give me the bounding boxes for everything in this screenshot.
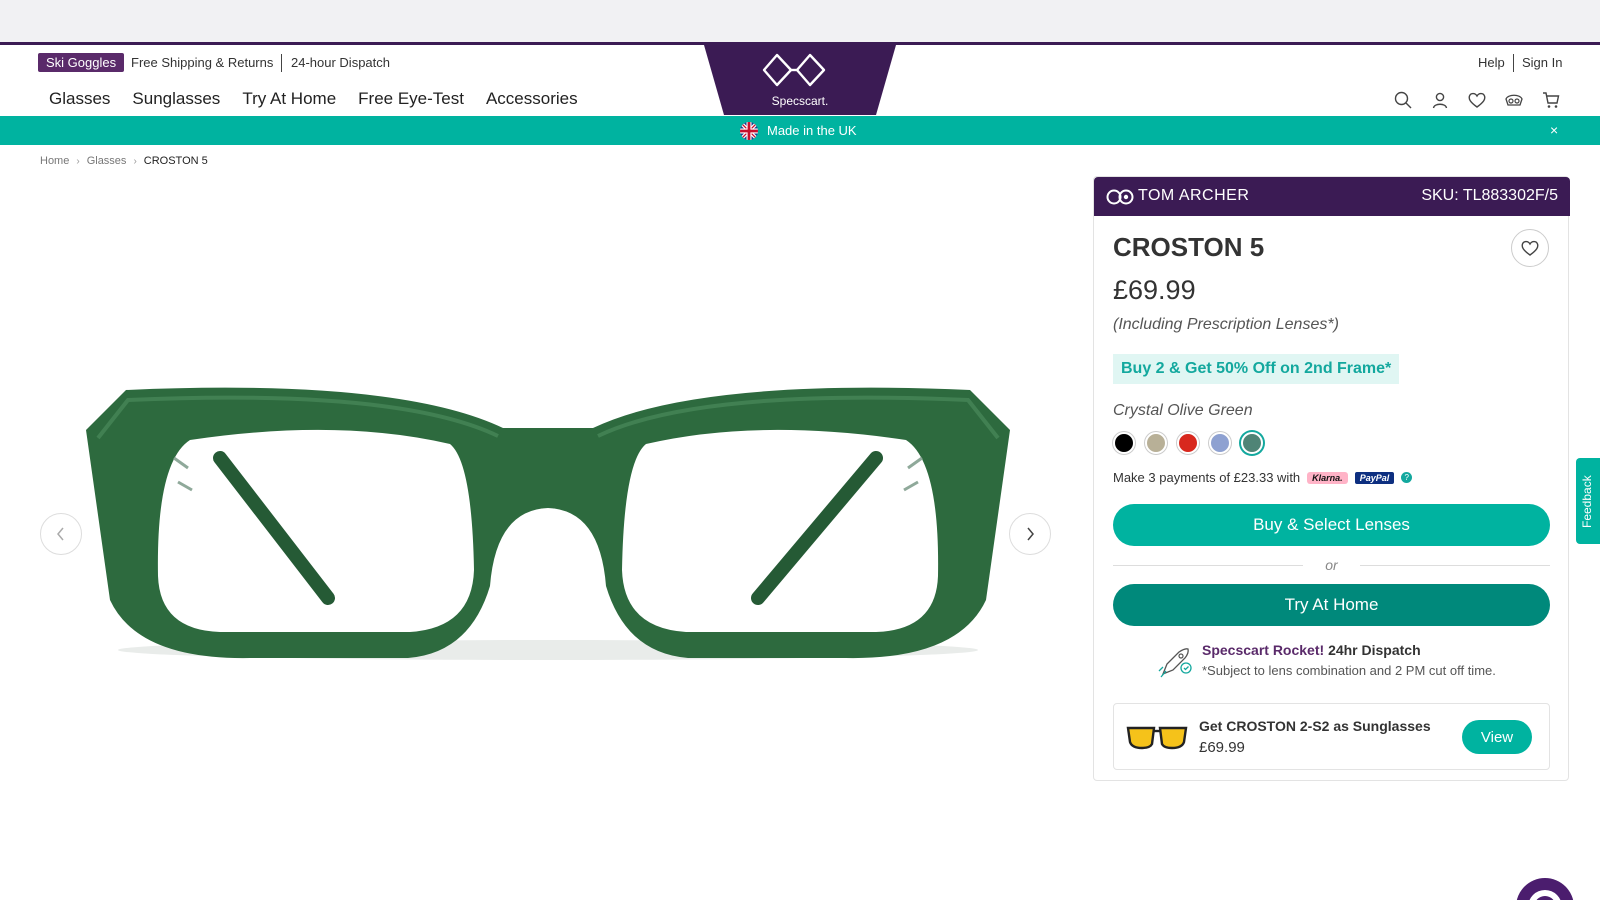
offer-badge[interactable]: Buy 2 & Get 50% Off on 2nd Frame*: [1113, 354, 1400, 384]
heart-icon: [1521, 240, 1539, 256]
free-shipping-link[interactable]: Free Shipping & Returns: [131, 55, 273, 70]
chat-button[interactable]: [1516, 878, 1574, 900]
sku-label: SKU: TL883302F/5: [1421, 187, 1558, 204]
product-title: CROSTON 5: [1113, 232, 1265, 262]
header-icons: [1394, 91, 1560, 109]
sunglasses-title: Get CROSTON 2-S2 as Sunglasses: [1199, 718, 1431, 734]
paypal-badge: PayPal: [1354, 471, 1395, 484]
wishlist-button[interactable]: [1511, 229, 1549, 267]
color-name: Crystal Olive Green: [1113, 402, 1253, 419]
uk-flag-icon: [740, 122, 758, 140]
logo-wordmark: Specscart.: [771, 94, 829, 108]
buy-select-lenses-button[interactable]: Buy & Select Lenses: [1113, 504, 1550, 546]
panel-header: TOM ARCHER SKU: TL883302F/5: [1094, 177, 1570, 216]
color-swatch-4[interactable]: [1209, 432, 1231, 454]
breadcrumb-chevron-icon: ›: [133, 155, 137, 167]
gallery-prev-button[interactable]: [40, 513, 82, 555]
color-swatch-1[interactable]: [1113, 432, 1135, 454]
help-icon[interactable]: ?: [1401, 472, 1413, 483]
or-text: or: [1325, 557, 1338, 573]
breadcrumb-home[interactable]: Home: [40, 155, 69, 167]
nav-item-sunglasses[interactable]: Sunglasses: [132, 89, 220, 109]
color-swatches: [1113, 432, 1263, 454]
chevron-left-icon: [57, 527, 64, 541]
breadcrumb: Home › Glasses › CROSTON 5: [40, 155, 208, 167]
nav-item-accessories[interactable]: Accessories: [486, 89, 578, 109]
feedback-label[interactable]: Feedback: [1580, 475, 1594, 528]
help-link[interactable]: Help: [1478, 55, 1505, 70]
utility-divider: [1513, 54, 1514, 72]
rocket-icon: [1158, 648, 1192, 678]
breadcrumb-chevron-icon: ›: [76, 155, 80, 167]
or-divider: or: [1113, 557, 1550, 573]
promo-divider: [281, 54, 282, 72]
rocket-dispatch: 24hr Dispatch: [1328, 642, 1421, 658]
pay-later-row: Make 3 payments of £23.33 with Klarna. P…: [1113, 470, 1413, 485]
color-swatch-5[interactable]: [1241, 432, 1263, 454]
banner-text: Made in the UK: [767, 123, 857, 138]
nav-item-glasses[interactable]: Glasses: [49, 89, 110, 109]
made-in-uk-banner: Made in the UK ×: [0, 116, 1600, 145]
try-at-home-button[interactable]: Try At Home: [1113, 584, 1550, 626]
eye-test-icon[interactable]: [1505, 91, 1523, 109]
chevron-right-icon: [1027, 527, 1034, 541]
cart-icon[interactable]: [1542, 91, 1560, 109]
brand-name[interactable]: TOM ARCHER: [1138, 187, 1249, 205]
ski-goggles-tag[interactable]: Ski Goggles: [38, 53, 125, 72]
heart-icon[interactable]: [1468, 91, 1486, 109]
sign-in-link[interactable]: Sign In: [1522, 55, 1562, 70]
user-icon[interactable]: [1431, 91, 1449, 109]
banner-close-button[interactable]: ×: [1550, 122, 1558, 138]
chat-icon: [1528, 890, 1562, 900]
product-image-glasses[interactable]: [78, 378, 1018, 678]
sunglasses-upsell-card[interactable]: Get CROSTON 2-S2 as Sunglasses £69.99 Vi…: [1113, 703, 1550, 770]
browser-chrome: [0, 0, 1600, 42]
product-panel: TOM ARCHER SKU: TL883302F/5 CROSTON 5 £6…: [1093, 176, 1570, 781]
sunglasses-price: £69.99: [1199, 739, 1245, 756]
nav-item-free-eye-test[interactable]: Free Eye-Test: [358, 89, 464, 109]
sunglasses-view-button[interactable]: View: [1462, 720, 1532, 754]
klarna-badge: Klarna.: [1307, 471, 1348, 484]
dispatch-link[interactable]: 24-hour Dispatch: [291, 55, 390, 70]
breadcrumb-glasses[interactable]: Glasses: [87, 155, 127, 167]
rocket-brand: Specscart Rocket!: [1202, 642, 1325, 658]
rocket-dispatch-title: Specscart Rocket! 24hr Dispatch: [1202, 642, 1421, 658]
breadcrumb-current: CROSTON 5: [143, 155, 208, 167]
nav-item-try-at-home[interactable]: Try At Home: [242, 89, 336, 109]
sunglasses-thumbnail: [1126, 726, 1188, 750]
color-swatch-2[interactable]: [1145, 432, 1167, 454]
product-price: £69.99: [1113, 275, 1196, 305]
rocket-note: *Subject to lens combination and 2 PM cu…: [1202, 663, 1496, 678]
pay-later-text: Make 3 payments of £23.33 with: [1113, 470, 1301, 485]
brand-logo-icon: [1106, 189, 1134, 205]
specscart-logo[interactable]: Specscart.: [704, 45, 896, 115]
search-icon[interactable]: [1394, 91, 1412, 109]
price-note: (Including Prescription Lenses*): [1113, 316, 1339, 333]
color-swatch-3[interactable]: [1177, 432, 1199, 454]
main-nav: Glasses Sunglasses Try At Home Free Eye-…: [49, 89, 578, 109]
